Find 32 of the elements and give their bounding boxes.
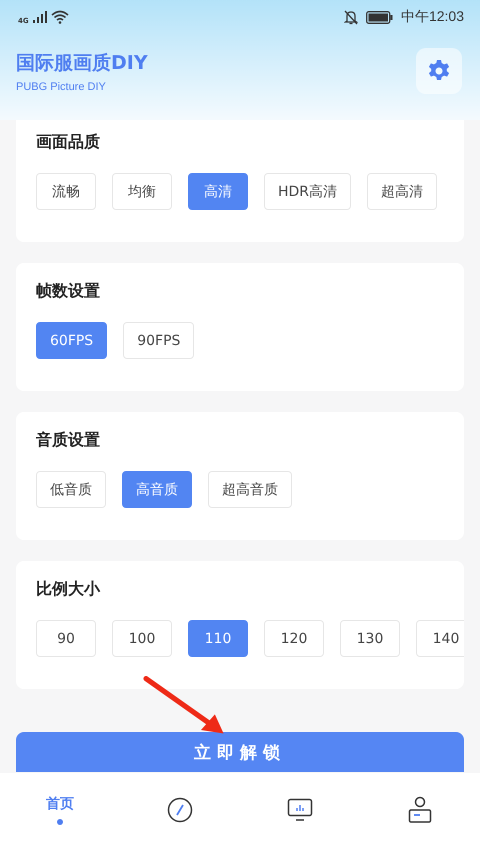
profile-icon — [408, 796, 432, 824]
signal-icon — [32, 11, 47, 23]
option-chip[interactable]: 120 — [264, 620, 324, 657]
bell-off-icon — [344, 10, 358, 24]
app-title: 国际服画质DIY — [16, 50, 148, 76]
option-chip[interactable]: 140 — [416, 620, 464, 657]
option-chip[interactable]: 高音质 — [122, 471, 192, 508]
option-chip[interactable]: 均衡 — [112, 173, 172, 210]
option-chip[interactable]: 60FPS — [36, 322, 108, 359]
clock-time: 中午12:03 — [400, 8, 464, 26]
option-chip[interactable]: 超高清 — [367, 173, 438, 210]
section-title: 画面品质 — [36, 132, 101, 153]
battery-icon — [366, 10, 393, 24]
option-chip[interactable]: 流畅 — [36, 173, 96, 210]
wifi-icon — [50, 10, 69, 24]
option-chip[interactable]: 90 — [36, 620, 96, 657]
monitor-chart-icon — [287, 798, 313, 822]
settings-button[interactable] — [416, 48, 462, 94]
section-title: 音质设置 — [36, 430, 101, 451]
compass-icon — [167, 797, 193, 823]
option-chip[interactable]: 低音质 — [36, 471, 106, 508]
option-chip[interactable]: 高清 — [188, 173, 248, 210]
settings-icon — [427, 59, 451, 83]
app-subtitle: PUBG Picture DIY — [16, 80, 107, 92]
option-chip[interactable]: HDR高清 — [264, 173, 352, 210]
option-chip[interactable]: 90FPS — [123, 322, 194, 359]
option-chip[interactable]: 100 — [112, 620, 172, 657]
option-chip[interactable]: 130 — [340, 620, 400, 657]
option-chip[interactable]: 超高音质 — [208, 471, 292, 508]
option-chip[interactable]: 110 — [188, 620, 248, 657]
section-title: 帧数设置 — [36, 281, 101, 302]
section-title: 比例大小 — [36, 579, 102, 600]
